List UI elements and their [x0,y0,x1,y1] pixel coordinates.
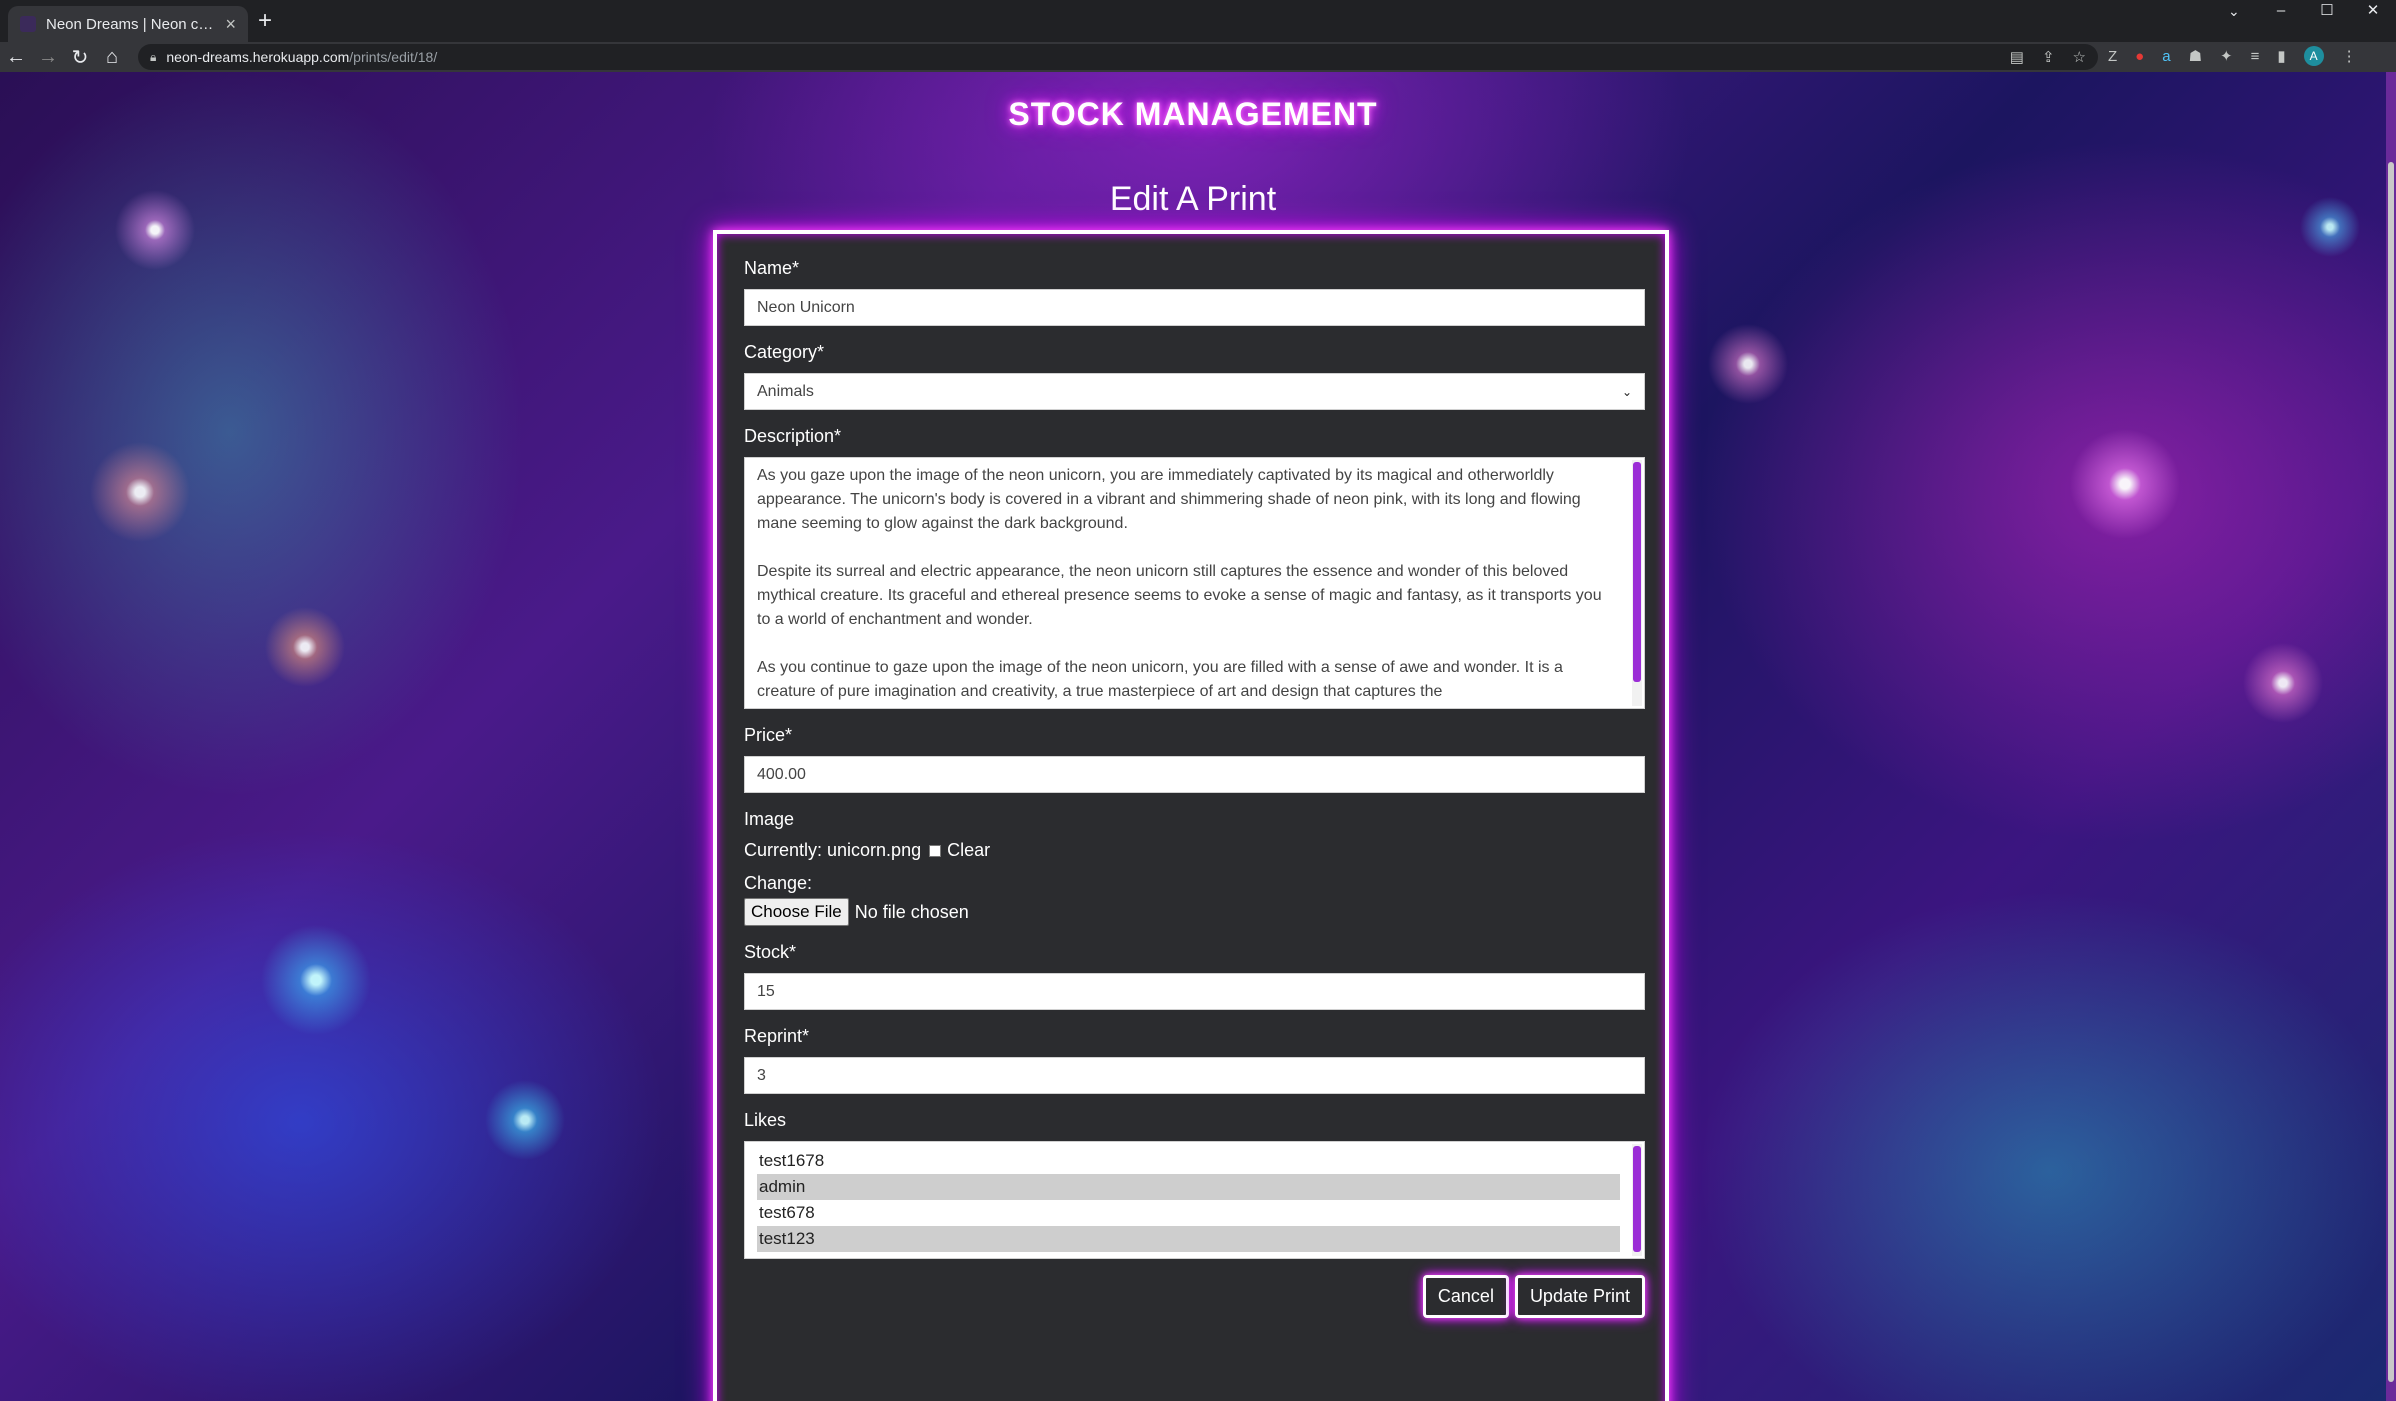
page-scroll-thumb[interactable] [2388,162,2394,1382]
page-heading: STOCK MANAGEMENT [1008,96,1378,132]
likes-option[interactable]: admin [757,1174,1620,1200]
description-textarea[interactable]: As you gaze upon the image of the neon u… [744,457,1645,709]
share-icon[interactable]: ⇪ [2042,48,2055,66]
url-host: neon-dreams.herokuapp.com [166,49,350,65]
star-icon[interactable]: ☆ [2073,48,2086,66]
minimize-icon[interactable]: – [2258,0,2304,22]
image-label: Image [744,809,795,829]
back-icon[interactable]: ← [0,46,32,69]
price-label: Price* [744,725,793,745]
description-paragraph: Despite its surreal and electric appeara… [757,563,1602,628]
current-image-row: Currently: unicorn.png Clear [744,840,1645,861]
edit-print-form-card: Name* Neon Unicorn Category* Animals ⌄ D… [713,230,1669,1401]
file-status: No file chosen [854,901,969,922]
current-image-text: Currently: unicorn.png [744,840,922,860]
maximize-icon[interactable]: ☐ [2304,0,2350,22]
likes-scroll-thumb[interactable] [1633,1146,1641,1252]
likes-label: Likes [744,1110,787,1130]
page-scrollbar[interactable] [2386,72,2396,1401]
description-label: Description* [744,426,842,446]
extensions-icon[interactable]: ✦ [2220,47,2233,65]
name-input[interactable]: Neon Unicorn [744,289,1645,326]
close-tab-icon[interactable]: × [225,14,236,35]
tab-search-icon[interactable]: ⌄ [2228,0,2240,22]
reader-icon[interactable]: ▤ [2010,48,2024,66]
description-paragraph: As you gaze upon the image of the neon u… [757,467,1581,532]
form-actions: Cancel Update Print [1422,1275,1645,1318]
window-controls: – ☐ ✕ [2258,0,2396,22]
extension-z-icon[interactable]: Z [2108,48,2117,65]
category-select[interactable]: Animals ⌄ [744,373,1645,410]
update-print-button[interactable]: Update Print [1514,1275,1645,1318]
page-viewport: STOCK MANAGEMENT Edit A Print Name* Neon… [0,72,2396,1401]
price-input[interactable]: 400.00 [744,756,1645,793]
extension-red-icon[interactable]: ● [2135,48,2144,65]
likes-option[interactable]: test123 [757,1226,1620,1252]
new-tab-icon[interactable]: + [258,8,272,34]
extension-a-icon[interactable]: a [2162,48,2170,65]
omnibox-actions: ▤ ⇪ ☆ [2010,48,2086,66]
description-scroll-thumb[interactable] [1633,462,1641,682]
forward-icon[interactable]: → [32,46,64,69]
menu-icon[interactable]: ⋮ [2342,47,2357,65]
stock-input[interactable]: 15 [744,973,1645,1010]
home-icon[interactable]: ⌂ [96,46,128,69]
extensions-area: Z ● a ☗ ✦ ≡ ▮ A ⋮ [2108,46,2357,66]
clear-image-checkbox[interactable] [929,844,942,857]
category-label: Category* [744,342,825,362]
category-selected-value: Animals [757,382,814,400]
likes-option[interactable]: test1678 [757,1148,1620,1174]
reading-list-icon[interactable]: ≡ [2251,48,2260,65]
stock-label: Stock* [744,942,797,962]
url-path: /prints/edit/18/ [349,49,438,65]
clear-image-label: Clear [947,840,991,860]
extension-ghost-icon[interactable]: ☗ [2189,47,2202,65]
description-paragraph: As you continue to gaze upon the image o… [757,659,1563,700]
side-panel-icon[interactable]: ▮ [2277,47,2285,65]
browser-tab-bar: Neon Dreams | Neon canvas pri × + ⌄ – ☐ … [0,0,2396,42]
likes-option[interactable]: test678 [757,1200,1620,1226]
form-title: Edit A Print [1109,180,1277,218]
edit-print-form: Name* Neon Unicorn Category* Animals ⌄ D… [744,258,1645,1318]
description-scrollbar[interactable] [1632,460,1642,706]
chevron-down-icon: ⌄ [1621,384,1632,399]
site-favicon-icon [20,16,36,32]
likes-multiselect[interactable]: test1678 admin test678 test123 [744,1141,1645,1259]
reprint-label: Reprint* [744,1026,810,1046]
address-bar[interactable]: 🔒︎ neon-dreams.herokuapp.com/prints/edit… [138,44,2098,70]
tab-title: Neon Dreams | Neon canvas pri [46,15,217,33]
browser-tab[interactable]: Neon Dreams | Neon canvas pri × [8,6,248,42]
close-window-icon[interactable]: ✕ [2350,0,2396,22]
cancel-button[interactable]: Cancel [1422,1275,1509,1318]
lock-icon[interactable]: 🔒︎ [150,50,156,65]
likes-scrollbar[interactable] [1632,1144,1642,1256]
profile-avatar[interactable]: A [2303,46,2324,66]
browser-toolbar: ← → ↻ ⌂ 🔒︎ neon-dreams.herokuapp.com/pri… [0,42,2396,72]
name-label: Name* [744,258,800,278]
choose-file-button[interactable]: Choose File [744,898,849,926]
reprint-input[interactable]: 3 [744,1057,1645,1094]
change-image-label: Change: [744,873,813,893]
reload-icon[interactable]: ↻ [64,45,96,70]
file-input: Choose File No file chosen [744,898,1645,926]
